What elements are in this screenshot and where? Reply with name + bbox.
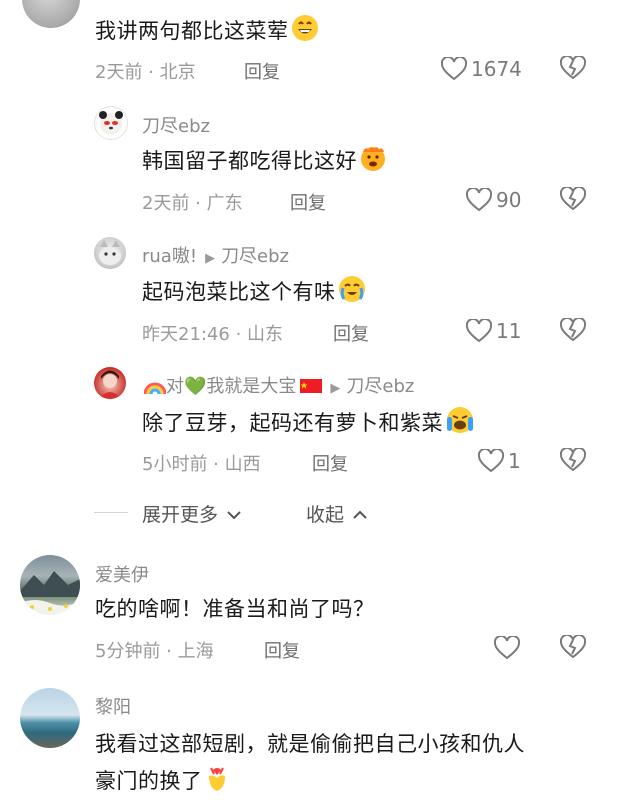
chevron-down-icon bbox=[227, 511, 241, 520]
heart-outline-icon bbox=[466, 319, 492, 343]
like-count: 11 bbox=[496, 319, 522, 343]
divider bbox=[94, 512, 128, 513]
comment-text-line-2: 豪门的换了 bbox=[95, 769, 203, 793]
dislike-button[interactable] bbox=[559, 446, 587, 476]
broken-heart-icon bbox=[559, 446, 587, 472]
comment-text: 我看过这部短剧，就是偷偷把自己小孩和仇人 bbox=[95, 728, 525, 758]
time-location: 2天前 · 广东 bbox=[142, 193, 243, 214]
heart-outline-icon bbox=[478, 449, 504, 473]
like-count: 1 bbox=[508, 449, 521, 473]
comment-text: 起码泡菜比这个有味 bbox=[142, 275, 366, 308]
comment-text-body: 起码泡菜比这个有味 bbox=[142, 280, 336, 304]
comment-text: 豪门的换了 bbox=[95, 764, 229, 797]
comment-text: 吃的啥啊！准备当和尚了吗？ bbox=[95, 593, 375, 623]
author-name[interactable]: 爱美伊 bbox=[95, 561, 149, 587]
broken-heart-icon bbox=[559, 185, 587, 211]
author-name[interactable]: 刀尽ebz bbox=[142, 112, 210, 138]
rainbow-icon bbox=[143, 377, 167, 400]
like-button[interactable]: 90 bbox=[466, 184, 521, 216]
collapse-label: 收起 bbox=[306, 504, 345, 526]
like-button[interactable]: 11 bbox=[466, 315, 521, 347]
triangle-right-icon: ▶ bbox=[330, 381, 341, 396]
avatar[interactable] bbox=[20, 688, 80, 748]
flag-icon bbox=[300, 378, 323, 399]
author-name[interactable]: 黎阳 bbox=[95, 693, 131, 719]
reply-button[interactable]: 回复 bbox=[244, 58, 280, 84]
broken-heart-icon bbox=[559, 54, 587, 80]
heart-hands-emoji-icon bbox=[205, 764, 229, 797]
author-name-text: 对💚我就是大宝 bbox=[166, 376, 297, 397]
expand-more-label: 展开更多 bbox=[142, 504, 219, 526]
broken-heart-icon bbox=[559, 633, 587, 659]
time-location: 5小时前 · 山西 bbox=[142, 454, 261, 475]
expand-more-button[interactable]: 展开更多 bbox=[142, 500, 242, 527]
dislike-button[interactable] bbox=[559, 316, 587, 346]
dislike-button[interactable] bbox=[559, 185, 587, 215]
avatar[interactable] bbox=[94, 106, 128, 140]
author-name[interactable]: 对💚我就是大宝 ▶ 刀尽ebz bbox=[142, 372, 414, 400]
like-button[interactable]: 1674 bbox=[441, 53, 522, 85]
reply-button[interactable]: 回复 bbox=[290, 189, 326, 215]
crying-emoji-icon bbox=[338, 275, 366, 308]
time-location: 5分钟前 · 上海 bbox=[95, 641, 214, 662]
broken-heart-icon bbox=[559, 316, 587, 342]
comment-text-body: 韩国留子都吃得比这好 bbox=[142, 149, 357, 173]
time-location: 昨天21:46 · 山东 bbox=[142, 324, 284, 345]
author-name-text: rua嗷! bbox=[142, 246, 198, 267]
like-button[interactable]: 1 bbox=[478, 445, 521, 477]
avatar[interactable] bbox=[22, 0, 80, 28]
avatar[interactable] bbox=[20, 555, 80, 615]
like-button[interactable] bbox=[494, 632, 524, 664]
like-count: 1674 bbox=[471, 57, 522, 81]
dislike-button[interactable] bbox=[559, 633, 587, 663]
avatar[interactable] bbox=[94, 237, 126, 269]
comment-text-body: 吃的啥啊！准备当和尚了吗？ bbox=[95, 597, 375, 621]
loudly-crying-emoji-icon bbox=[445, 406, 475, 439]
comment-text-body: 我讲两句都比这菜荤 bbox=[95, 19, 289, 43]
author-name[interactable]: rua嗷! ▶ 刀尽ebz bbox=[142, 242, 289, 268]
hot-face-emoji-icon bbox=[359, 144, 387, 177]
triangle-right-icon: ▶ bbox=[205, 251, 216, 266]
comment-text-body: 除了豆芽，起码还有萝卜和紫菜 bbox=[142, 411, 443, 435]
grin-emoji-icon bbox=[291, 14, 319, 47]
reply-to-name[interactable]: 刀尽ebz bbox=[346, 376, 414, 397]
dislike-button[interactable] bbox=[559, 54, 587, 84]
heart-outline-icon bbox=[466, 188, 492, 212]
collapse-button[interactable]: 收起 bbox=[306, 500, 368, 527]
reply-to-name[interactable]: 刀尽ebz bbox=[221, 246, 289, 267]
like-count: 90 bbox=[496, 188, 522, 212]
heart-outline-icon bbox=[494, 636, 520, 660]
comment-text: 除了豆芽，起码还有萝卜和紫菜 bbox=[142, 406, 475, 439]
reply-button[interactable]: 回复 bbox=[333, 320, 369, 346]
reply-button[interactable]: 回复 bbox=[264, 637, 300, 663]
heart-outline-icon bbox=[441, 57, 467, 81]
comment-text: 我讲两句都比这菜荤 bbox=[95, 14, 319, 47]
comment-text: 韩国留子都吃得比这好 bbox=[142, 144, 387, 177]
chevron-up-icon bbox=[353, 510, 367, 519]
time-location: 2天前 · 北京 bbox=[95, 62, 196, 83]
reply-button[interactable]: 回复 bbox=[312, 450, 348, 476]
avatar[interactable] bbox=[94, 367, 126, 399]
comment-text-line-1: 我看过这部短剧，就是偷偷把自己小孩和仇人 bbox=[95, 732, 525, 756]
